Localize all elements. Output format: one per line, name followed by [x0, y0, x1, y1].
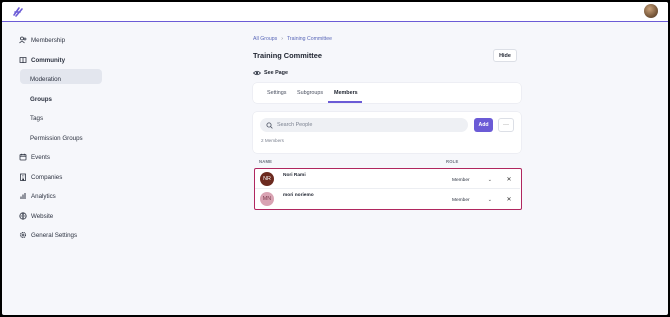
sidebar-item-label: Permission Groups — [30, 134, 83, 142]
tabs-bar: Settings Subgroups Members — [253, 83, 521, 103]
sidebar-item-companies[interactable]: Companies — [18, 169, 62, 185]
remove-member-button[interactable]: ✕ — [505, 175, 513, 183]
sidebar-item-permission-groups[interactable]: Permission Groups — [30, 130, 83, 146]
search-icon — [266, 122, 273, 129]
breadcrumb-current[interactable]: Training Committee — [287, 36, 332, 42]
sidebar-item-label: Website — [31, 212, 54, 220]
sidebar-item-events[interactable]: Events — [18, 149, 50, 165]
tab-settings[interactable]: Settings — [267, 90, 286, 96]
sidebar-item-label: General Settings — [31, 231, 78, 239]
column-header-role: ROLE — [446, 159, 459, 164]
add-member-button[interactable]: Add — [474, 118, 493, 132]
member-count: 2 Members — [261, 138, 284, 143]
avatar: MN — [260, 192, 274, 206]
sidebar-item-tags[interactable]: Tags — [30, 110, 43, 126]
sidebar-item-label: Events — [31, 153, 50, 161]
breadcrumb-separator: › — [281, 36, 283, 42]
sidebar-item-label: Community — [31, 56, 66, 64]
sidebar-item-label: Moderation — [30, 75, 61, 83]
user-avatar[interactable] — [644, 4, 658, 18]
building-icon — [18, 173, 27, 182]
member-name[interactable]: Nori Rami — [283, 173, 306, 178]
calendar-icon — [18, 153, 27, 162]
more-options-button[interactable]: ··· — [498, 118, 514, 132]
gear-icon — [18, 231, 27, 240]
search-input[interactable] — [277, 122, 457, 128]
top-bar — [2, 2, 668, 22]
bolt-logo-icon[interactable] — [12, 6, 24, 18]
members-table: NR Nori Rami Member ⌄ ✕ MN mori noriemo … — [254, 168, 522, 210]
role-value: Member — [452, 177, 470, 183]
bar-chart-icon — [18, 192, 27, 201]
table-row: NR Nori Rami Member ⌄ ✕ — [255, 169, 520, 189]
sidebar-item-label: Companies — [31, 173, 63, 181]
users-icon — [18, 36, 27, 45]
sidebar-item-website[interactable]: Website — [18, 208, 53, 224]
role-select[interactable]: Member ⌄ — [449, 195, 495, 205]
avatar: NR — [260, 172, 274, 186]
sidebar-item-label: Tags — [30, 114, 44, 122]
sidebar-item-label: Membership — [31, 36, 66, 44]
remove-member-button[interactable]: ✕ — [505, 195, 513, 203]
active-tab-indicator — [328, 101, 362, 103]
sidebar-item-membership[interactable]: Membership — [18, 32, 65, 48]
sidebar-item-label: Analytics — [31, 192, 56, 200]
member-name[interactable]: mori noriemo — [283, 193, 314, 198]
breadcrumb: All Groups › Training Committee — [253, 36, 332, 42]
globe-icon — [18, 212, 27, 221]
app-window: Membership Community Moderation Groups T… — [2, 2, 668, 315]
table-row: MN mori noriemo Member ⌄ ✕ — [255, 189, 520, 209]
hide-button[interactable]: Hide — [493, 49, 517, 62]
sidebar-item-groups[interactable]: Groups — [30, 91, 52, 107]
sidebar-item-moderation[interactable]: Moderation — [30, 71, 61, 87]
sidebar-item-label: Groups — [30, 95, 53, 103]
search-box[interactable] — [260, 118, 468, 132]
role-select[interactable]: Member ⌄ — [449, 175, 495, 185]
column-header-name: NAME — [259, 159, 273, 164]
eye-icon — [253, 69, 261, 77]
sidebar-item-community[interactable]: Community — [18, 52, 65, 68]
chevron-down-icon: ⌄ — [487, 197, 492, 203]
tab-subgroups[interactable]: Subgroups — [297, 90, 323, 96]
breadcrumb-root-link[interactable]: All Groups — [253, 36, 277, 42]
page-title: Training Committee — [253, 51, 322, 60]
see-page-label: See Page — [264, 70, 288, 76]
chevron-down-icon: ⌄ — [487, 177, 492, 183]
book-icon — [18, 56, 27, 65]
see-page-link[interactable]: See Page — [253, 69, 288, 77]
sidebar-item-general-settings[interactable]: General Settings — [18, 227, 77, 243]
sidebar-item-analytics[interactable]: Analytics — [18, 188, 56, 204]
tab-members[interactable]: Members — [334, 90, 358, 96]
role-value: Member — [452, 197, 470, 203]
